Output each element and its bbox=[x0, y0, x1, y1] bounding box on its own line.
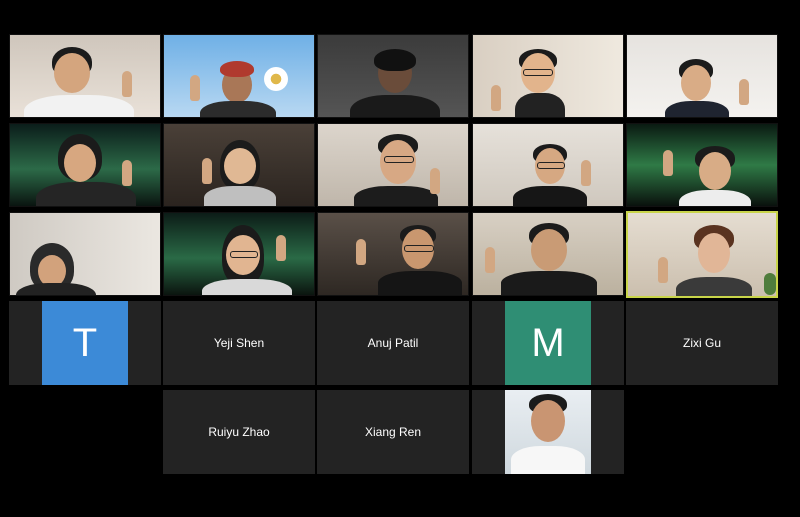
peace-hand bbox=[663, 150, 673, 176]
video-tile-1[interactable] bbox=[9, 34, 161, 118]
glasses bbox=[537, 162, 565, 169]
glasses bbox=[523, 69, 553, 76]
name-tile-anuj-patil[interactable]: Anuj Patil bbox=[317, 301, 469, 385]
avatar-initial-m: M bbox=[505, 301, 591, 385]
video-tile-13[interactable] bbox=[317, 212, 469, 296]
torso bbox=[676, 277, 752, 296]
torso bbox=[378, 271, 462, 295]
glasses bbox=[230, 251, 258, 258]
peace-hand bbox=[190, 75, 200, 101]
torso bbox=[350, 95, 440, 117]
headphones bbox=[374, 49, 416, 71]
video-tile-11[interactable] bbox=[9, 212, 161, 296]
face bbox=[699, 152, 731, 190]
profile-photo bbox=[505, 390, 591, 474]
name-tile-zixi-gu[interactable]: Zixi Gu bbox=[626, 301, 778, 385]
video-tile-active-speaker[interactable] bbox=[626, 211, 778, 298]
avatar-initial-t: T bbox=[42, 301, 128, 385]
participant-name: Anuj Patil bbox=[367, 336, 419, 350]
avatar-tile-m[interactable]: M bbox=[472, 301, 624, 385]
peace-hand bbox=[658, 257, 668, 283]
torso bbox=[24, 95, 134, 117]
face bbox=[531, 400, 565, 442]
peace-hand bbox=[122, 71, 132, 97]
avatar-tile-t[interactable]: T bbox=[9, 301, 161, 385]
torso bbox=[202, 279, 292, 295]
torso bbox=[36, 182, 136, 206]
video-tile-3[interactable] bbox=[317, 34, 469, 118]
participant-name: Xiang Ren bbox=[364, 425, 422, 439]
peace-hand bbox=[430, 168, 440, 194]
name-tile-xiang-ren[interactable]: Xiang Ren bbox=[317, 390, 469, 474]
video-tile-4[interactable] bbox=[472, 34, 624, 118]
profile-photo-tile[interactable] bbox=[472, 390, 624, 474]
peace-hand bbox=[739, 79, 749, 105]
torso bbox=[679, 190, 751, 206]
torso bbox=[200, 101, 276, 117]
peace-hand bbox=[356, 239, 366, 265]
participant-name: Ruiyu Zhao bbox=[208, 425, 270, 439]
torso bbox=[515, 93, 565, 117]
video-tile-9[interactable] bbox=[472, 123, 624, 207]
peace-hand bbox=[202, 158, 212, 184]
face bbox=[681, 65, 711, 101]
video-tile-12[interactable] bbox=[163, 212, 315, 296]
video-tile-10[interactable] bbox=[626, 123, 778, 207]
face bbox=[224, 148, 256, 184]
torso bbox=[501, 271, 597, 295]
peace-hand bbox=[485, 247, 495, 273]
participant-name: Yeji Shen bbox=[213, 336, 265, 350]
face bbox=[54, 53, 90, 93]
participant-name: Zixi Gu bbox=[682, 336, 721, 350]
peace-hand bbox=[491, 85, 501, 111]
torso bbox=[16, 283, 96, 295]
video-tile-6[interactable] bbox=[9, 123, 161, 207]
name-tile-yeji-shen[interactable]: Yeji Shen bbox=[163, 301, 315, 385]
plant bbox=[764, 273, 776, 295]
video-tile-7[interactable] bbox=[163, 123, 315, 207]
peace-hand bbox=[581, 160, 591, 186]
torso bbox=[513, 186, 587, 206]
torso bbox=[204, 186, 276, 206]
video-tile-8[interactable] bbox=[317, 123, 469, 207]
flower bbox=[264, 67, 288, 91]
torso bbox=[354, 186, 438, 206]
peace-hand bbox=[122, 160, 132, 186]
glasses bbox=[404, 245, 434, 252]
video-tile-2[interactable] bbox=[163, 34, 315, 118]
face bbox=[698, 233, 730, 273]
video-tile-5[interactable] bbox=[626, 34, 778, 118]
name-tile-ruiyu-zhao[interactable]: Ruiyu Zhao bbox=[163, 390, 315, 474]
red-cap bbox=[220, 61, 254, 77]
face bbox=[64, 144, 96, 182]
glasses bbox=[384, 156, 414, 163]
video-tile-14[interactable] bbox=[472, 212, 624, 296]
peace-hand bbox=[276, 235, 286, 261]
face bbox=[531, 229, 567, 271]
white-shirt bbox=[511, 446, 585, 474]
torso bbox=[665, 101, 729, 117]
